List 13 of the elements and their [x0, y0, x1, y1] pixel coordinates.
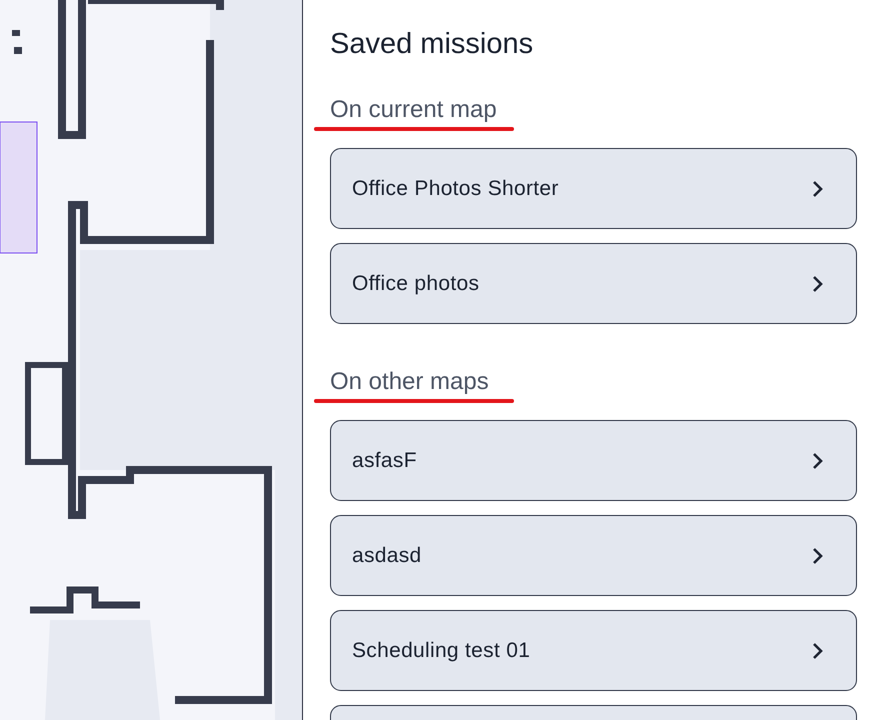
chevron-right-icon	[812, 274, 824, 292]
section-heading: On current map	[330, 96, 497, 124]
panel-title: Saved missions	[330, 27, 534, 62]
mission-card[interactable]: asdasd	[330, 515, 857, 596]
mission-card[interactable]: Office photos	[330, 243, 857, 324]
chevron-right-icon	[812, 546, 824, 564]
chevron-right-icon	[812, 452, 824, 470]
section-heading: On other maps	[330, 368, 489, 396]
mission-card[interactable]: Office Photos Shorter	[330, 148, 857, 229]
chevron-right-icon	[812, 180, 824, 198]
mission-card[interactable]: Scheduling test 01	[330, 610, 857, 691]
chevron-right-icon	[812, 642, 824, 660]
mission-card[interactable]: asfasF	[330, 420, 857, 501]
